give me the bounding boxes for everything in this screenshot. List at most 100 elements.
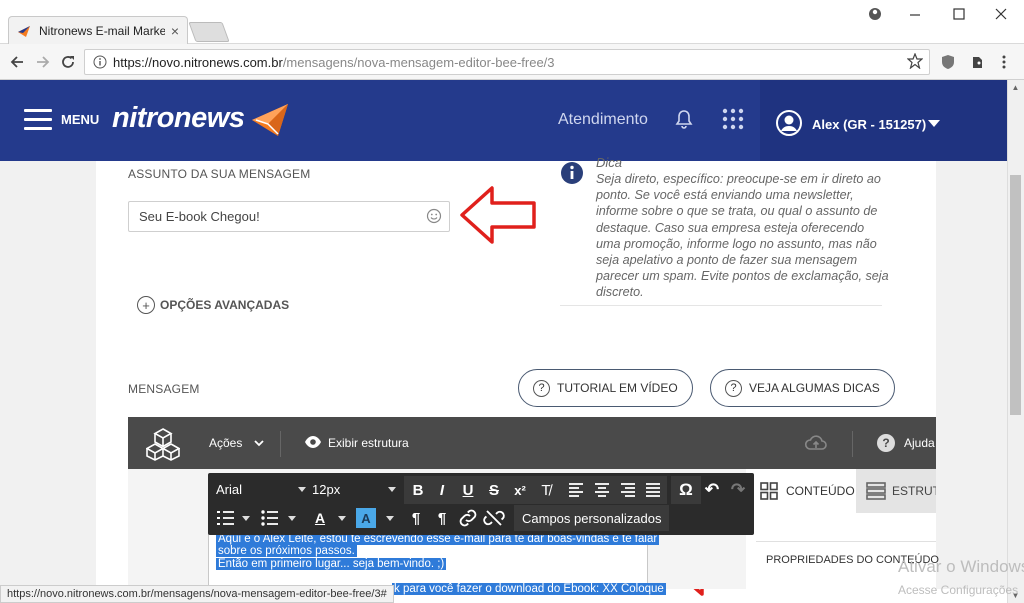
video-tutorial-label: TUTORIAL EM VÍDEO: [557, 381, 678, 395]
toolbar-separator: [280, 431, 281, 457]
chevron-down-icon: [254, 440, 264, 447]
tab-close-icon[interactable]: ×: [171, 23, 179, 39]
scrollbar-thumb[interactable]: [1010, 175, 1021, 415]
status-bar-url: https://novo.nitronews.com.br/mensagens/…: [0, 585, 394, 603]
new-tab-button[interactable]: [188, 22, 230, 42]
tab-content[interactable]: CONTEÚDO: [746, 469, 856, 513]
view-tips-label: VEJA ALGUMAS DICAS: [749, 381, 880, 395]
nitronews-logo[interactable]: nitronews: [112, 102, 245, 135]
divider: [756, 541, 936, 542]
close-window-icon[interactable]: [986, 4, 1016, 24]
unlink-icon[interactable]: [482, 506, 506, 530]
undo-button[interactable]: ↶: [700, 478, 724, 502]
font-size-select[interactable]: 12px: [312, 478, 396, 500]
align-left-icon[interactable]: [564, 478, 588, 502]
tab-structure[interactable]: ESTRUTURA: [856, 469, 936, 513]
plus-circle-icon: +: [137, 296, 155, 314]
italic-button[interactable]: I: [430, 478, 454, 502]
dropdown-arrow-icon[interactable]: [386, 516, 394, 521]
maximize-icon[interactable]: [944, 4, 974, 24]
support-link[interactable]: Atendimento: [558, 111, 648, 129]
apps-grid-icon[interactable]: [722, 108, 744, 130]
justify-icon[interactable]: [641, 478, 665, 502]
browser-toolbar: https://novo.nitronews.com.br/mensagens/…: [0, 44, 1024, 80]
actions-label: Ações: [209, 436, 243, 450]
toolbar-separator: [852, 431, 853, 457]
subject-label: ASSUNTO DA SUA MENSAGEM: [128, 167, 311, 181]
caret-down-icon[interactable]: [928, 120, 940, 127]
help-icon[interactable]: ?: [877, 434, 895, 452]
address-bar[interactable]: https://novo.nitronews.com.br/mensagens/…: [84, 49, 930, 75]
divider: [560, 305, 882, 306]
dropdown-arrow-icon: [298, 486, 306, 492]
user-name: Alex (GR - 151257): [812, 117, 927, 132]
view-tips-button[interactable]: ? VEJA ALGUMAS DICAS: [710, 369, 895, 407]
background-color-button[interactable]: A: [356, 508, 376, 528]
annotation-arrow-icon: [460, 186, 536, 244]
actions-dropdown[interactable]: Ações: [209, 436, 264, 450]
align-center-icon[interactable]: [590, 478, 614, 502]
cloud-upload-icon[interactable]: [804, 433, 828, 453]
bookmark-star-icon[interactable]: [907, 53, 923, 69]
browser-tab[interactable]: Nitronews E-mail Marketi ×: [8, 16, 188, 44]
subject-input[interactable]: Seu E-book Chegou!: [128, 201, 450, 232]
info-icon: [561, 162, 583, 184]
content-grid-icon: [760, 482, 778, 500]
question-circle-icon: ?: [725, 379, 742, 397]
app-header: MENU nitronews Atendimento Alex (GR - 15…: [0, 80, 1007, 161]
back-arrow-icon[interactable]: [8, 52, 28, 72]
browser-titlebar: Nitronews E-mail Marketi ×: [0, 0, 1024, 44]
bullet-list-icon[interactable]: [258, 506, 282, 530]
redo-button[interactable]: ↷: [726, 478, 750, 502]
shield-extension-icon[interactable]: [940, 54, 956, 70]
selected-text-line[interactable]: k para você fazer o download do Ebook: X…: [392, 583, 666, 595]
video-tutorial-button[interactable]: ? TUTORIAL EM VÍDEO: [518, 369, 693, 407]
chrome-menu-icon[interactable]: [996, 54, 1012, 70]
url-host: novo.nitronews.com.br: [152, 54, 283, 70]
font-family-select[interactable]: Arial: [216, 478, 306, 500]
forward-arrow-icon[interactable]: [32, 52, 52, 72]
strikethrough-button[interactable]: S: [482, 478, 506, 502]
user-avatar-icon: [776, 110, 802, 136]
user-menu[interactable]: Alex (GR - 151257): [760, 80, 1007, 161]
message-label: MENSAGEM: [128, 382, 200, 396]
selected-text-line[interactable]: sobre os próximos passos.: [216, 545, 357, 557]
tip-text: Seja direto, específico: preocupe-se em …: [596, 172, 889, 300]
custom-fields-button[interactable]: Campos personalizados: [514, 505, 670, 531]
url-scheme: https://: [113, 54, 153, 70]
editor-toolbar: Ações Exibir estrutura ? Ajuda: [128, 417, 936, 469]
rtl-direction-button[interactable]: ¶: [430, 506, 454, 530]
advanced-options-label: OPÇÕES AVANÇADAS: [160, 298, 290, 312]
font-color-button[interactable]: A: [308, 506, 332, 530]
eye-icon[interactable]: [304, 435, 322, 449]
underline-button[interactable]: U: [456, 478, 480, 502]
clear-format-button[interactable]: T̸: [534, 478, 558, 502]
info-circle-icon[interactable]: [93, 55, 107, 69]
advanced-options-toggle[interactable]: + OPÇÕES AVANÇADAS: [137, 296, 289, 314]
help-label[interactable]: Ajuda: [904, 436, 935, 450]
hamburger-menu-icon[interactable]: [24, 109, 52, 131]
profile-icon[interactable]: [860, 4, 890, 24]
evernote-extension-icon[interactable]: [969, 54, 985, 70]
emoji-icon[interactable]: [426, 208, 442, 224]
minimize-icon[interactable]: [900, 4, 930, 24]
numbered-list-icon[interactable]: [214, 506, 238, 530]
link-icon[interactable]: [456, 506, 480, 530]
special-character-button[interactable]: Ω: [674, 478, 698, 502]
superscript-button[interactable]: x²: [508, 478, 532, 502]
align-right-icon[interactable]: [616, 478, 640, 502]
dropdown-arrow-icon[interactable]: [288, 516, 296, 521]
dropdown-arrow-icon[interactable]: [338, 516, 346, 521]
show-structure-toggle[interactable]: Exibir estrutura: [328, 436, 409, 450]
menu-label[interactable]: MENU: [61, 112, 99, 127]
bold-button[interactable]: B: [406, 478, 430, 502]
reload-icon[interactable]: [58, 52, 78, 72]
dropdown-arrow-icon[interactable]: [242, 516, 250, 521]
scroll-up-arrow-icon[interactable]: ▲: [1010, 82, 1021, 93]
ltr-direction-button[interactable]: ¶: [404, 506, 428, 530]
url-path: /mensagens/nova-mensagem-editor-bee-free…: [282, 54, 555, 70]
selected-text-line[interactable]: Então em primeiro lugar... seja bem-vind…: [216, 558, 447, 570]
tip-title: Dica: [596, 155, 623, 170]
tab-title: Nitronews E-mail Marketi: [39, 23, 165, 38]
bell-icon[interactable]: [674, 108, 694, 130]
